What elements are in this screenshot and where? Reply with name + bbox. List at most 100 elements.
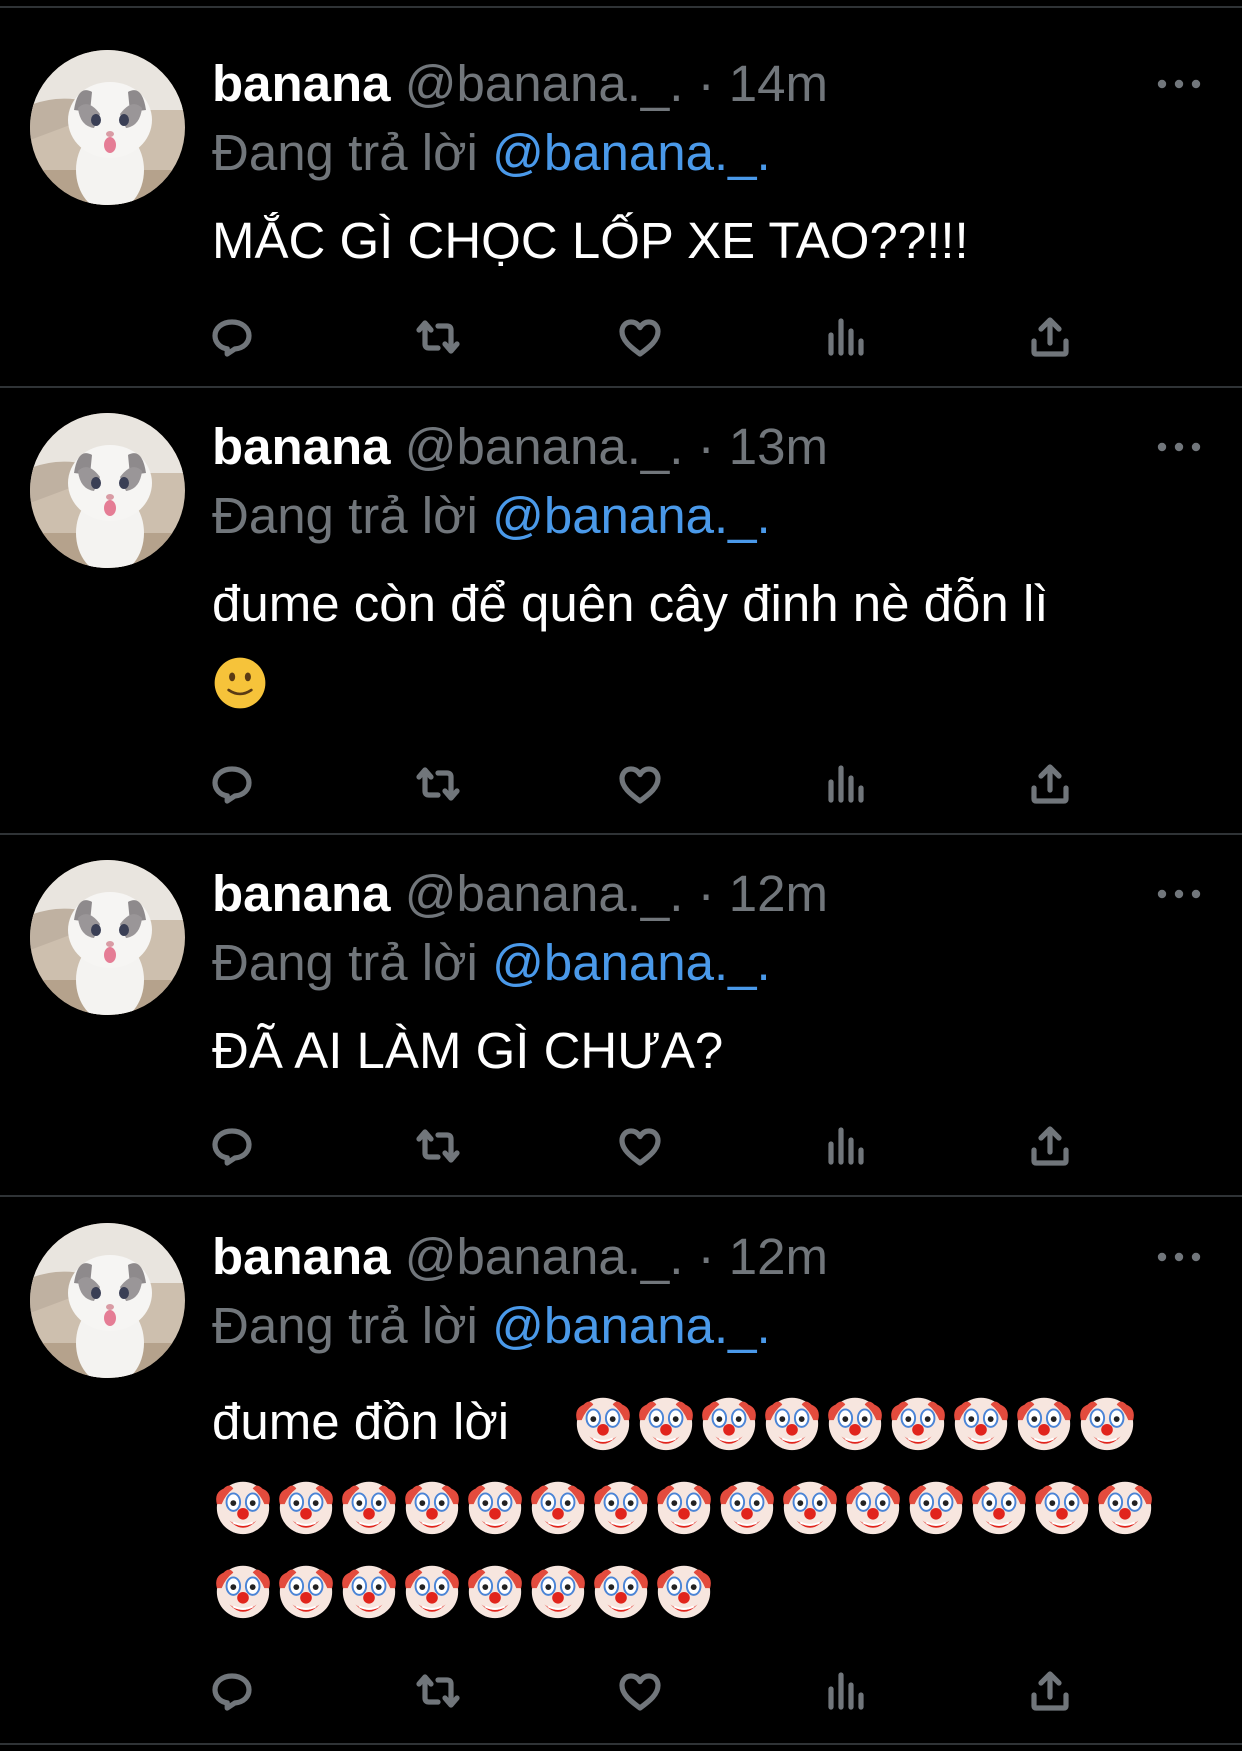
avatar[interactable] — [30, 1223, 185, 1378]
share-button[interactable] — [1022, 309, 1078, 365]
like-button[interactable] — [612, 756, 668, 812]
replying-to-handle[interactable]: @banana._. — [492, 1297, 771, 1354]
share-button[interactable] — [1022, 1663, 1078, 1719]
separator-dot: · — [697, 418, 715, 475]
retweet-button[interactable] — [410, 1118, 466, 1174]
replying-to-label: Đang trả lời — [212, 124, 478, 181]
clown-face-emoji — [1013, 1391, 1075, 1453]
clown-face-emoji — [527, 1559, 589, 1621]
tweet-header: banana @banana._. · 12m — [212, 864, 828, 924]
clown-face-emoji — [572, 1391, 634, 1453]
action-bar — [212, 309, 1112, 365]
share-icon — [1026, 760, 1074, 808]
reply-button[interactable] — [204, 309, 260, 365]
share-button[interactable] — [1022, 756, 1078, 812]
clown-face-emoji — [1031, 1475, 1093, 1537]
timestamp[interactable]: 14m — [729, 55, 828, 112]
reply-button[interactable] — [204, 1118, 260, 1174]
clown-face-emoji — [1094, 1475, 1156, 1537]
avatar[interactable] — [30, 413, 185, 568]
retweet-icon — [414, 760, 462, 808]
views-icon — [822, 1122, 870, 1170]
like-icon — [616, 1122, 664, 1170]
reply-icon — [208, 313, 256, 361]
reply-button[interactable] — [204, 756, 260, 812]
more-options-icon[interactable] — [1155, 74, 1203, 94]
more-options-icon[interactable] — [1155, 437, 1203, 457]
more-options-icon[interactable] — [1155, 884, 1203, 904]
timestamp[interactable]: 12m — [729, 865, 828, 922]
display-name[interactable]: banana — [212, 418, 391, 475]
clown-face-emoji — [842, 1475, 904, 1537]
clown-face-emoji — [887, 1391, 949, 1453]
retweet-button[interactable] — [410, 1663, 466, 1719]
replying-to-handle[interactable]: @banana._. — [492, 934, 771, 991]
action-bar — [212, 1118, 1112, 1174]
reply-icon — [208, 1667, 256, 1715]
display-name[interactable]: banana — [212, 55, 391, 112]
avatar[interactable] — [30, 50, 185, 205]
views-icon — [822, 1667, 870, 1715]
tweet-text: ĐÃ AI LÀM GÌ CHƯA? — [212, 1022, 724, 1079]
tweet-text: đume đồn lời — [212, 1393, 510, 1450]
clown-face-emoji — [401, 1559, 463, 1621]
clown-face-emoji — [653, 1475, 715, 1537]
replying-to-label: Đang trả lời — [212, 487, 478, 544]
avatar[interactable] — [30, 860, 185, 1015]
display-name[interactable]: banana — [212, 865, 391, 922]
views-button[interactable] — [818, 1118, 874, 1174]
views-icon — [822, 760, 870, 808]
reply-button[interactable] — [204, 1663, 260, 1719]
clown-face-emoji — [590, 1559, 652, 1621]
reply-icon — [208, 1122, 256, 1170]
reply-icon — [208, 760, 256, 808]
avatar-image — [30, 50, 185, 205]
views-button[interactable] — [818, 756, 874, 812]
clown-face-emoji — [464, 1559, 526, 1621]
clown-face-emoji — [950, 1391, 1012, 1453]
emoji-row — [212, 1474, 1157, 1538]
retweet-button[interactable] — [410, 756, 466, 812]
tweet-text: đume còn để quên cây đinh nè đỗn lì — [212, 575, 1049, 632]
clown-face-emoji — [761, 1391, 823, 1453]
clown-face-emoji — [653, 1559, 715, 1621]
views-button[interactable] — [818, 1663, 874, 1719]
user-handle[interactable]: @banana._. — [405, 865, 684, 922]
clown-face-emoji — [635, 1391, 697, 1453]
replying-to: Đang trả lời @banana._. — [212, 1296, 771, 1356]
user-handle[interactable]: @banana._. — [405, 55, 684, 112]
clown-face-emoji — [275, 1559, 337, 1621]
clown-face-emoji — [590, 1475, 652, 1537]
action-bar — [212, 1663, 1112, 1719]
tweet-divider — [0, 833, 1242, 835]
retweet-icon — [414, 1667, 462, 1715]
replying-to-handle[interactable]: @banana._. — [492, 487, 771, 544]
like-button[interactable] — [612, 1663, 668, 1719]
separator-dot: · — [697, 1228, 715, 1285]
retweet-button[interactable] — [410, 309, 466, 365]
tweet-divider — [0, 1195, 1242, 1197]
user-handle[interactable]: @banana._. — [405, 418, 684, 475]
emoji-row — [212, 651, 268, 715]
share-button[interactable] — [1022, 1118, 1078, 1174]
like-button[interactable] — [612, 309, 668, 365]
more-options-icon[interactable] — [1155, 1247, 1203, 1267]
timestamp[interactable]: 12m — [729, 1228, 828, 1285]
user-handle[interactable]: @banana._. — [405, 1228, 684, 1285]
action-bar — [212, 756, 1112, 812]
tweet-text: MẮC GÌ CHỌC LỐP XE TAO??!!! — [212, 212, 969, 269]
tweet-divider — [0, 1743, 1242, 1745]
emoji-row — [572, 1390, 1139, 1454]
clown-face-emoji — [1076, 1391, 1138, 1453]
views-button[interactable] — [818, 309, 874, 365]
display-name[interactable]: banana — [212, 1228, 391, 1285]
tweet-header: banana @banana._. · 14m — [212, 54, 828, 114]
views-icon — [822, 313, 870, 361]
top-divider — [0, 6, 1242, 8]
replying-to-handle[interactable]: @banana._. — [492, 124, 771, 181]
timestamp[interactable]: 13m — [729, 418, 828, 475]
like-button[interactable] — [612, 1118, 668, 1174]
separator-dot: · — [697, 55, 715, 112]
avatar-image — [30, 413, 185, 568]
tweet-divider — [0, 386, 1242, 388]
